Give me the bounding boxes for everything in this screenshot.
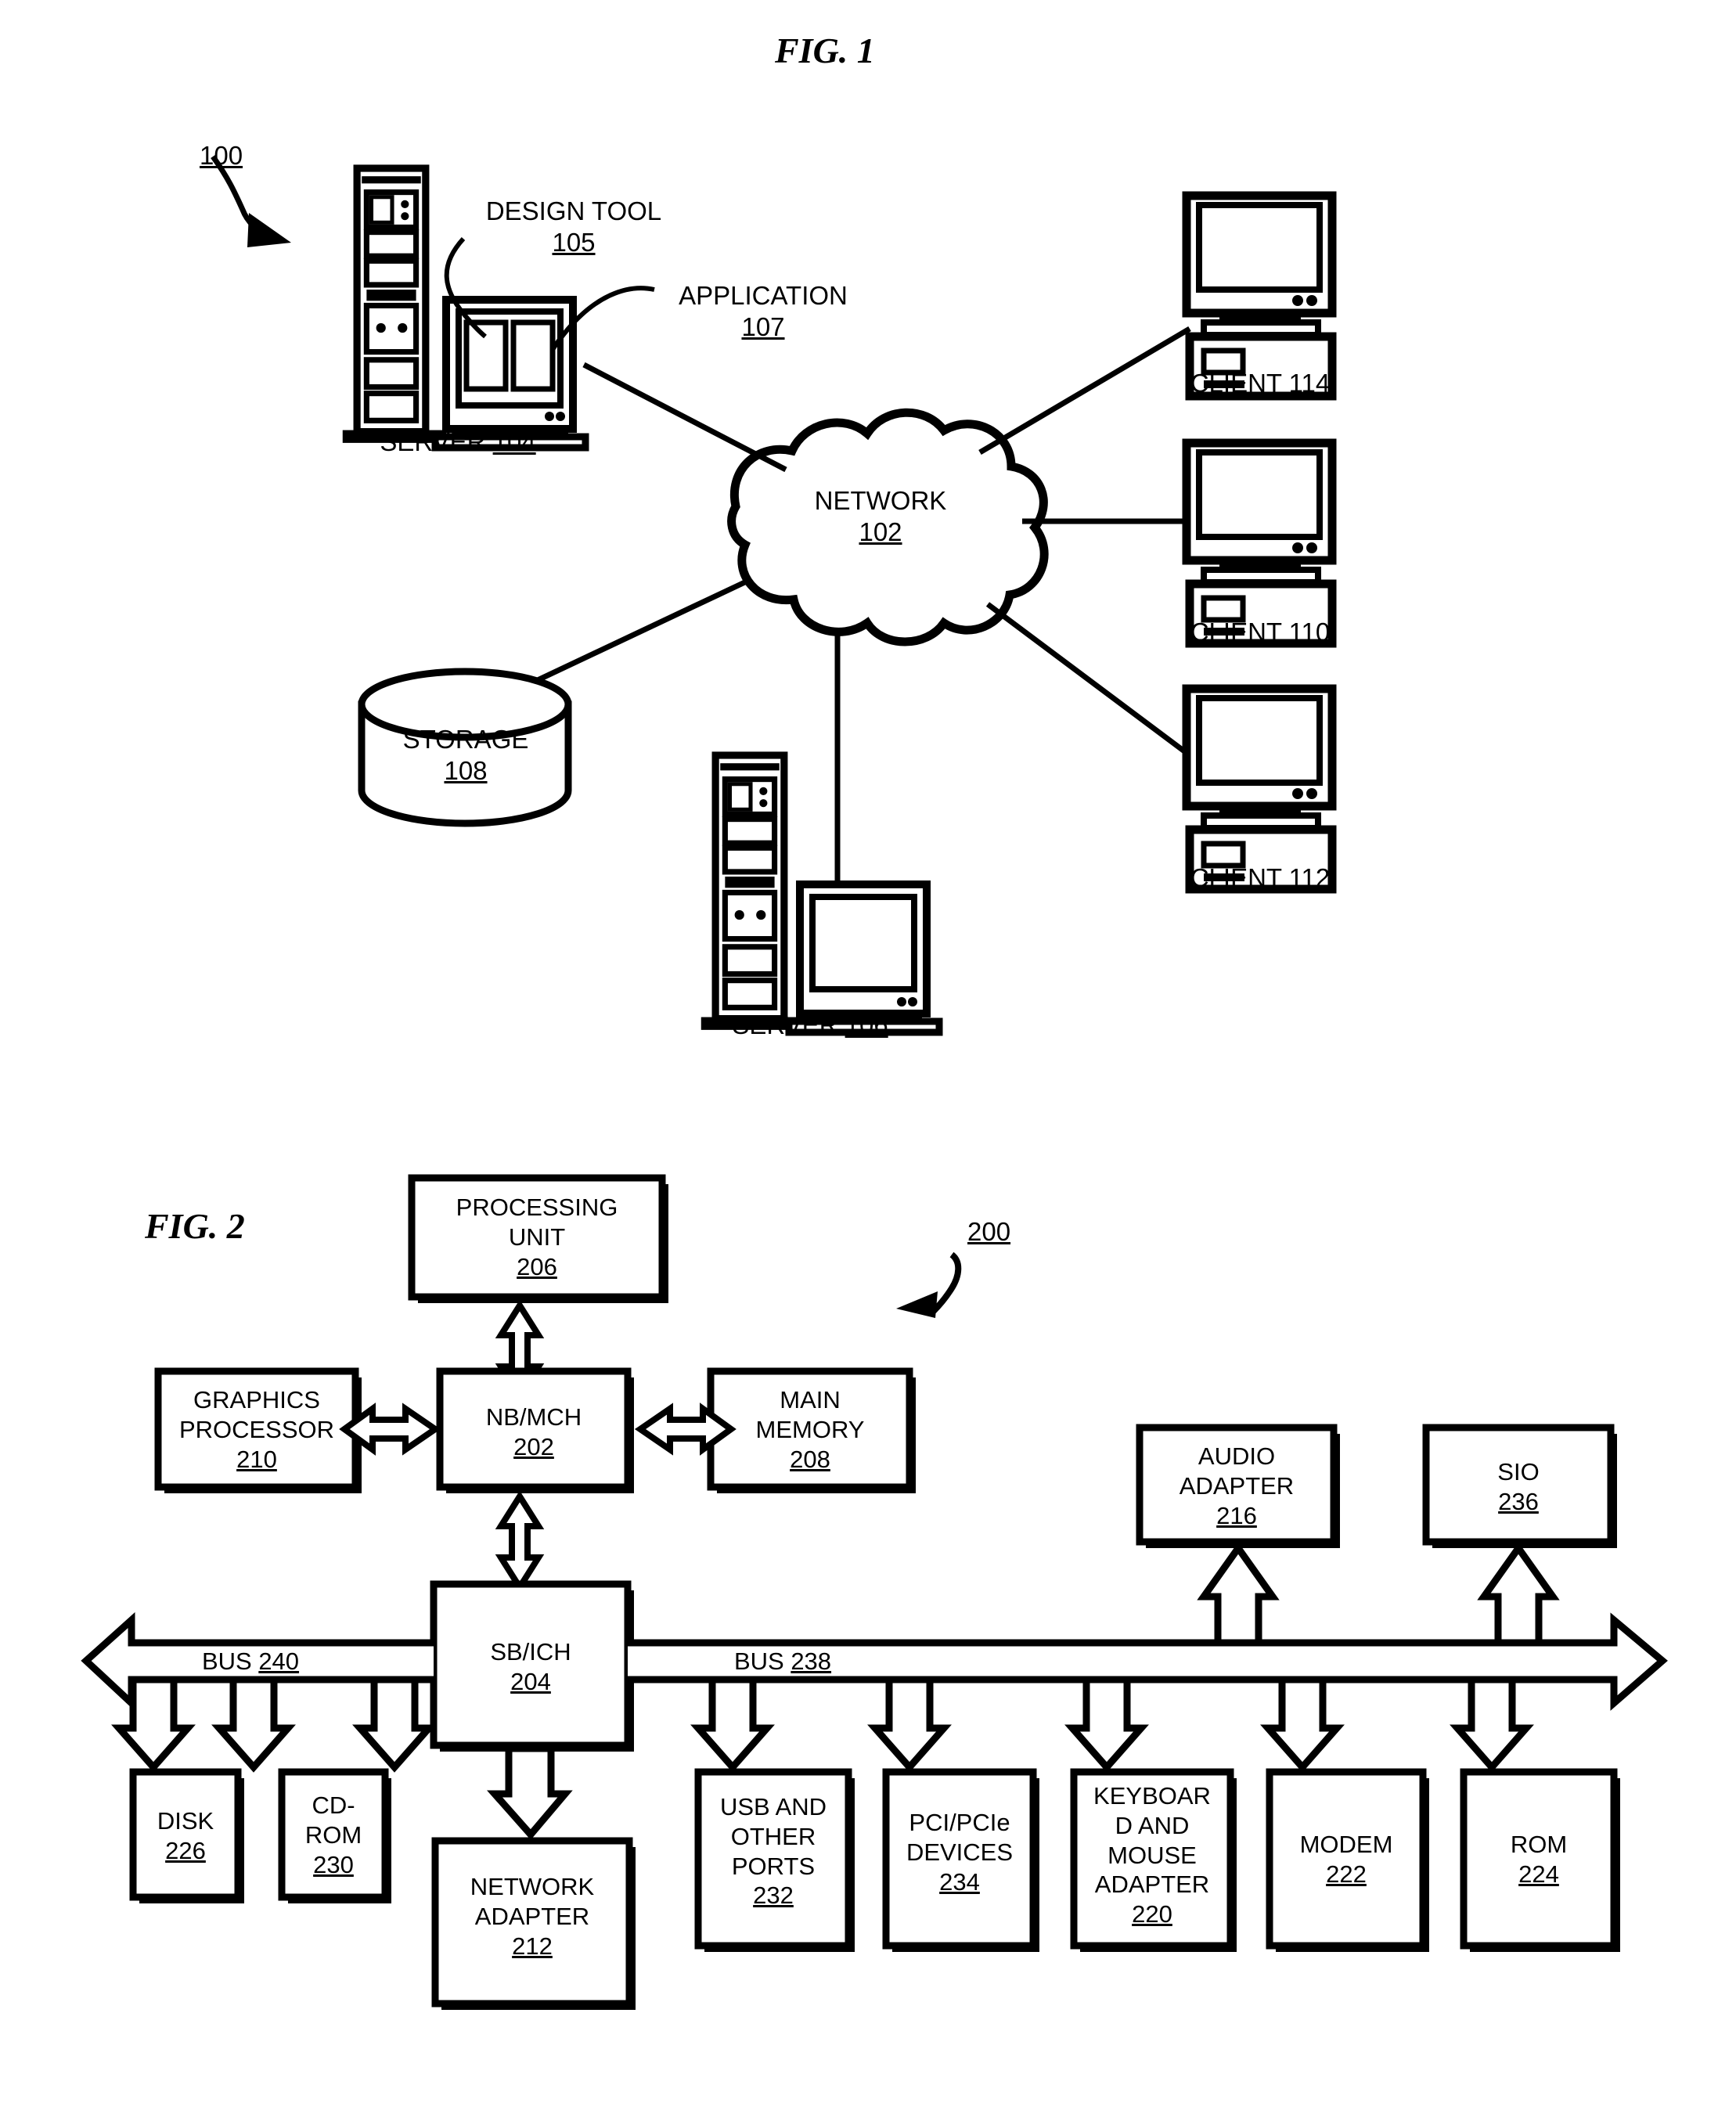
bus-238-label: BUS 238 [673, 1647, 892, 1676]
kbd-mouse-line4: ADAPTER [1094, 1871, 1210, 1899]
sb-ich-line1: SB/ICH [490, 1638, 571, 1665]
storage-text: STORAGE [402, 725, 529, 754]
patent-figure-sheet: FIG. 1 100 DESIGN TOOL 105 APPLICATION 1… [0, 0, 1736, 2103]
main-memory-label: MAIN MEMORY 208 [711, 1385, 909, 1474]
bus-240-label: BUS 240 [141, 1647, 360, 1676]
processing-unit-number: 206 [517, 1252, 557, 1280]
pci-devices-number: 234 [939, 1867, 980, 1896]
kbd-mouse-line2: D AND [1115, 1811, 1190, 1839]
client-112-icon [1187, 689, 1332, 889]
rom-label: ROM 224 [1464, 1830, 1614, 1889]
pci-devices-line2: DEVICES [906, 1838, 1014, 1866]
fig2-reference-numeral: 200 [967, 1217, 1011, 1246]
kbd-mouse-line3: MOUSE [1108, 1841, 1197, 1869]
network-text: NETWORK [814, 486, 947, 515]
disk-line1: DISK [157, 1807, 214, 1835]
nb-mch-label: NB/MCH 202 [440, 1403, 628, 1462]
audio-adapter-label: AUDIO ADAPTER 216 [1140, 1442, 1334, 1530]
fig1-reference-numeral: 100 [200, 141, 243, 170]
graphics-processor-label: GRAPHICS PROCESSOR 210 [158, 1385, 355, 1474]
usb-ports-line3: PORTS [731, 1852, 816, 1880]
usb-ports-line2: OTHER [730, 1822, 816, 1850]
cd-rom-line2: ROM [304, 1820, 362, 1849]
network-adapter-line1: NETWORK [470, 1873, 595, 1900]
client-110-text: CLIENT [1190, 618, 1289, 646]
nb-mch-number: 202 [513, 1432, 554, 1460]
client-110-icon [1187, 443, 1332, 643]
client-114-text: CLIENT [1190, 369, 1289, 398]
pci-devices-label: PCI/PCIe DEVICES 234 [886, 1808, 1033, 1896]
application-text: APPLICATION [679, 281, 848, 310]
graphics-processor-number: 210 [236, 1445, 277, 1473]
application-number: 107 [741, 312, 785, 342]
server-104-text: SERVER [380, 427, 493, 456]
storage-label: STORAGE 108 [368, 724, 564, 787]
audio-adapter-number: 216 [1216, 1501, 1257, 1529]
rom-number: 224 [1518, 1860, 1559, 1888]
bus-240-text: BUS [201, 1647, 259, 1675]
modem-line1: MODEM [1299, 1831, 1393, 1858]
bus-240-number: 240 [258, 1647, 300, 1675]
network-number: 102 [859, 517, 902, 547]
server-106-label: SERVER 106 [681, 1010, 939, 1041]
kbd-mouse-label: KEYBOAR D AND MOUSE ADAPTER 220 [1074, 1781, 1230, 1929]
client-114-number: 114 [1288, 369, 1331, 398]
usb-ports-number: 232 [753, 1882, 794, 1910]
cd-rom-line1: CD- [312, 1792, 355, 1819]
server-104-number: 104 [492, 427, 536, 456]
storage-number: 108 [444, 756, 488, 786]
main-memory-line2: MEMORY [755, 1415, 865, 1443]
main-memory-line1: MAIN [780, 1386, 841, 1413]
sb-ich-number: 204 [510, 1667, 551, 1695]
kbd-mouse-line1: KEYBOAR [1093, 1782, 1211, 1810]
audio-adapter-line2: ADAPTER [1179, 1471, 1295, 1500]
server-106-number: 106 [845, 1010, 888, 1039]
network-adapter-label: NETWORK ADAPTER 212 [435, 1872, 629, 1961]
design-tool-text: DESIGN TOOL [485, 196, 662, 225]
client-110-number: 110 [1288, 618, 1331, 646]
processing-unit-line2: UNIT [508, 1223, 566, 1251]
client-110-label: CLIENT 110 [1151, 617, 1370, 648]
client-114-label: CLIENT 114 [1151, 368, 1370, 399]
network-adapter-line2: ADAPTER [474, 1902, 590, 1930]
client-114-icon [1187, 196, 1332, 396]
modem-label: MODEM 222 [1270, 1830, 1423, 1889]
disk-number: 226 [165, 1836, 206, 1864]
usb-ports-label: USB AND OTHER PORTS 232 [698, 1792, 848, 1910]
rom-line1: ROM [1510, 1831, 1568, 1858]
client-112-text: CLIENT [1190, 863, 1289, 892]
sio-label: SIO 236 [1426, 1457, 1611, 1517]
design-tool-label: DESIGN TOOL 105 [456, 196, 691, 259]
graphics-processor-line1: GRAPHICS [193, 1386, 320, 1413]
processing-unit-label: PROCESSING UNIT 206 [412, 1193, 662, 1281]
client-112-label: CLIENT 112 [1151, 862, 1370, 894]
server-106-text: SERVER [732, 1010, 845, 1039]
network-adapter-number: 212 [512, 1932, 553, 1960]
nb-mch-line1: NB/MCH [485, 1403, 582, 1431]
disk-label: DISK 226 [133, 1806, 238, 1866]
pci-devices-line1: PCI/PCIe [909, 1809, 1010, 1836]
sb-ich-label: SB/ICH 204 [434, 1637, 628, 1697]
design-tool-number: 105 [552, 228, 596, 257]
cd-rom-number: 230 [313, 1850, 354, 1878]
server-104-label: SERVER 104 [329, 427, 587, 458]
graphics-processor-line2: PROCESSOR [178, 1415, 335, 1443]
sio-number: 236 [1498, 1487, 1539, 1515]
fig1-title: FIG. 1 [775, 31, 875, 70]
server-104-monitor [431, 296, 589, 452]
audio-adapter-line1: AUDIO [1198, 1442, 1276, 1470]
bus-238-text: BUS [733, 1647, 791, 1675]
fig2-title: FIG. 2 [145, 1206, 245, 1246]
sio-line1: SIO [1497, 1458, 1540, 1485]
modem-number: 222 [1326, 1860, 1367, 1888]
bus-238-number: 238 [791, 1647, 832, 1675]
cd-rom-label: CD- ROM 230 [282, 1791, 385, 1879]
processing-unit-line1: PROCESSING [456, 1194, 618, 1221]
application-label: APPLICATION 107 [650, 280, 877, 344]
main-memory-number: 208 [790, 1445, 830, 1473]
client-112-number: 112 [1288, 863, 1331, 892]
network-label: NETWORK 102 [783, 485, 978, 549]
kbd-mouse-number: 220 [1132, 1900, 1172, 1928]
usb-ports-line1: USB AND [719, 1793, 827, 1820]
